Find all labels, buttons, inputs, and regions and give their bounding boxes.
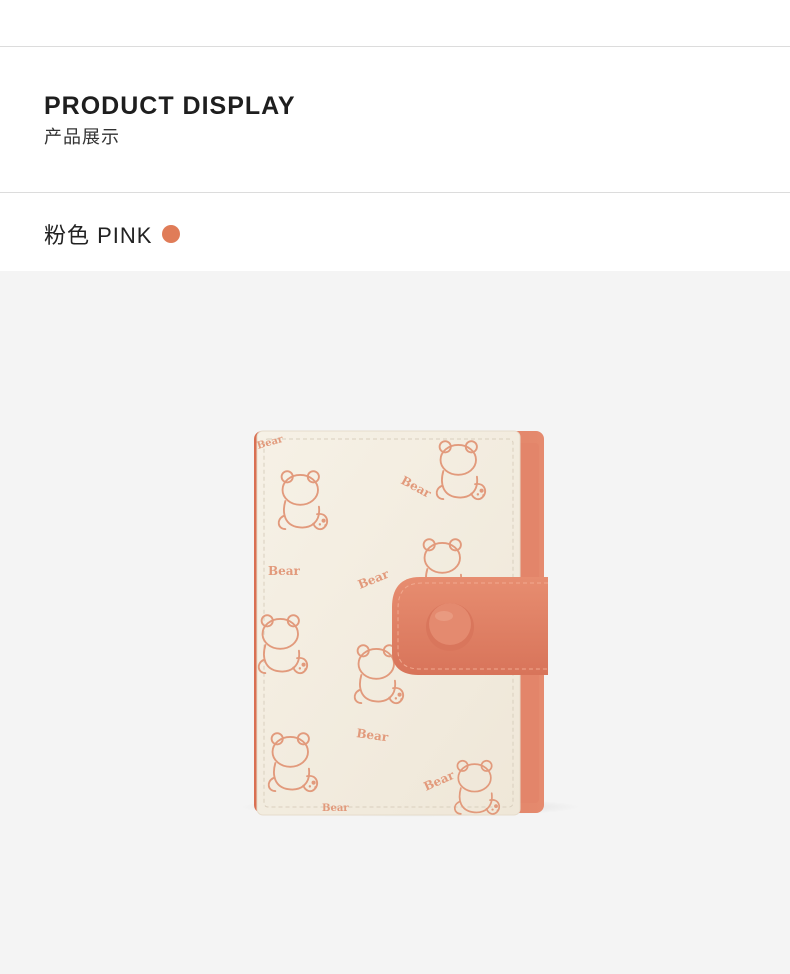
bear-print-text: Bear bbox=[268, 564, 301, 578]
section-divider bbox=[0, 192, 790, 193]
product-photo-area: Bear Bear Bear Bear Bear Bear Bear bbox=[0, 271, 790, 974]
color-label: 粉色 PINK bbox=[44, 223, 153, 248]
top-divider bbox=[0, 46, 790, 47]
snap-button bbox=[426, 603, 474, 651]
section-subtitle: 产品展示 bbox=[44, 127, 120, 147]
color-swatch-dot bbox=[162, 225, 181, 243]
bear-print-text: Bear bbox=[322, 803, 349, 814]
wallet-product-image: Bear Bear Bear Bear Bear Bear Bear bbox=[240, 430, 580, 817]
section-title: PRODUCT DISPLAY bbox=[44, 92, 296, 120]
color-option: 粉色 PINK bbox=[44, 219, 181, 249]
